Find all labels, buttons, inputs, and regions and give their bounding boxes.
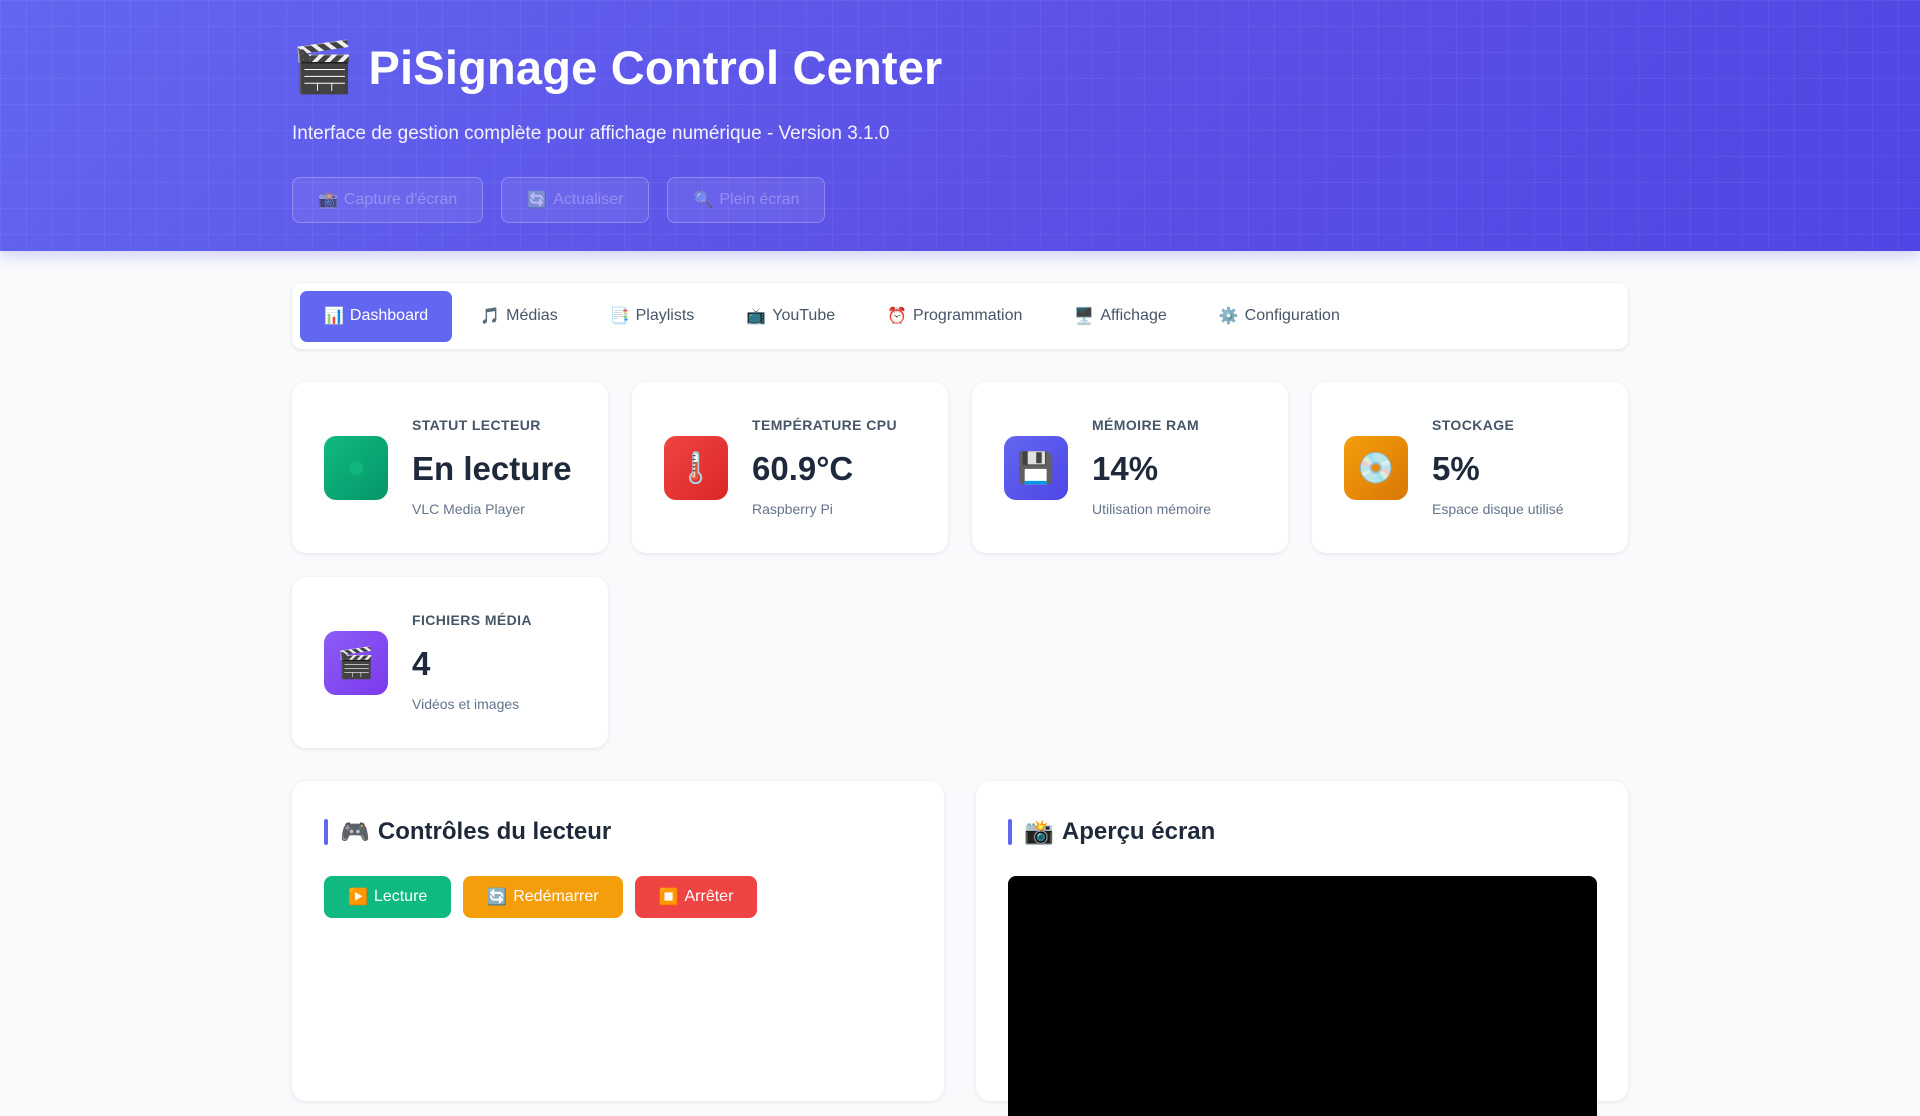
optical-disc-icon: 💿 [1344,436,1408,500]
thermometer-icon: 🌡️ [664,436,728,500]
title-accent-bar [1008,819,1012,845]
camera-icon: 📸 [318,192,338,209]
refresh-button-label: Actualiser [553,191,624,208]
panel-title-text: Aperçu écran [1061,818,1216,845]
stat-description: VLC Media Player [412,501,525,517]
stat-value: 5% [1432,450,1480,487]
stat-card-cpu-temperature: 🌡️ TEMPÉRATURE CPU 60.9°C Raspberry Pi [632,382,948,553]
screen-preview-image [1008,876,1597,1116]
header-actions: 📸 Capture d'écran 🔄 Actualiser 🔍 Plein é… [292,177,1628,223]
player-control-buttons: ▶️ Lecture 🔄 Redémarrer ⏹️ Arrêter [324,876,758,918]
player-status-icon [324,436,388,500]
stat-value: 4 [412,645,431,682]
screenshot-button[interactable]: 📸 Capture d'écran [292,177,484,223]
fullscreen-button-label: Plein écran [719,191,800,208]
tab-dashboard[interactable]: 📊 Dashboard [300,290,453,342]
tab-youtube[interactable]: 📺 YouTube [722,291,859,342]
stat-value: En lecture [412,450,572,487]
stat-description: Raspberry Pi [752,501,833,517]
tab-affichage[interactable]: 🖥️ Affichage [1050,291,1190,342]
app-title-text: PiSignage Control Center [368,41,943,94]
stat-value: 14% [1092,450,1159,487]
tab-label: Playlists [635,307,695,324]
stop-icon: ⏹️ [658,889,679,906]
stat-description: Espace disque utilisé [1432,501,1564,517]
stat-card-ram: 💾 MÉMOIRE RAM 14% Utilisation mémoire [972,382,1288,553]
gear-icon: ⚙️ [1218,308,1239,325]
app-title: 🎬 PiSignage Control Center [292,38,1628,97]
stat-label: FICHIERS MÉDIA [412,612,532,628]
stat-label: MÉMOIRE RAM [1092,417,1200,433]
tab-label: Médias [506,307,558,324]
tab-medias[interactable]: 🎵 Médias [456,291,582,342]
panel-title-text: Contrôles du lecteur [377,818,612,845]
fullscreen-button[interactable]: 🔍 Plein écran [667,177,826,223]
refresh-button[interactable]: 🔄 Actualiser [501,177,650,223]
play-button[interactable]: ▶️ Lecture [324,876,452,918]
app-header: 🎬 PiSignage Control Center Interface de … [0,0,1920,251]
play-button-label: Lecture [373,888,428,905]
stat-label: STOCKAGE [1432,417,1515,433]
refresh-icon: 🔄 [487,889,508,906]
play-icon: ▶️ [348,889,368,906]
music-note-icon: 🎵 [480,308,501,325]
tab-configuration[interactable]: ⚙️ Configuration [1195,291,1364,342]
tab-label: Programmation [913,307,1023,324]
stat-description: Utilisation mémoire [1092,501,1212,517]
tab-label: Dashboard [349,307,429,324]
restart-button-label: Redémarrer [513,888,599,905]
clapperboard-icon: 🎬 [292,39,355,95]
tab-label: YouTube [772,307,836,324]
stat-description: Vidéos et images [412,696,520,712]
panel-title: 📸 Aperçu écran [1008,817,1215,847]
tab-playlists[interactable]: 📑 Playlists [586,291,719,342]
status-dot-icon [349,461,363,475]
refresh-icon: 🔄 [527,192,548,209]
screen-preview-panel: 📸 Aperçu écran [976,781,1628,1116]
screenshot-button-label: Capture d'écran [343,191,458,208]
camera-icon: 📸 [1024,818,1054,846]
main-tabs: 📊 Dashboard 🎵 Médias 📑 Playlists 📺 YouTu… [292,283,1628,349]
chart-icon: 📊 [324,308,344,325]
tab-label: Configuration [1244,307,1340,324]
player-controls-panel: 🎮 Contrôles du lecteur ▶️ Lecture 🔄 Redé… [292,781,944,1101]
app-subtitle: Interface de gestion complète pour affic… [292,123,890,144]
stat-card-media-files: 🎬 FICHIERS MÉDIA 4 Vidéos et images [292,577,608,748]
bookmark-tabs-icon: 📑 [609,308,630,325]
television-icon: 📺 [746,308,767,325]
stat-card-storage: 💿 STOCKAGE 5% Espace disque utilisé [1312,382,1628,553]
stat-card-player-status: STATUT LECTEUR En lecture VLC Media Play… [292,382,608,553]
alarm-clock-icon: ⏰ [887,308,908,325]
stat-label: TEMPÉRATURE CPU [752,417,897,433]
panel-title: 🎮 Contrôles du lecteur [324,817,611,847]
stop-button[interactable]: ⏹️ Arrêter [634,876,758,918]
stat-label: STATUT LECTEUR [412,417,541,433]
title-accent-bar [324,819,328,845]
stop-button-label: Arrêter [684,888,734,905]
tab-label: Affichage [1100,307,1167,324]
game-controller-icon: 🎮 [340,818,370,846]
floppy-disk-icon: 💾 [1004,436,1068,500]
restart-button[interactable]: 🔄 Redémarrer [463,876,623,918]
monitor-icon: 🖥️ [1074,308,1095,325]
clapperboard-icon: 🎬 [324,631,388,695]
stat-value: 60.9°C [752,450,854,487]
tab-programmation[interactable]: ⏰ Programmation [863,291,1046,342]
magnifier-icon: 🔍 [693,192,714,209]
